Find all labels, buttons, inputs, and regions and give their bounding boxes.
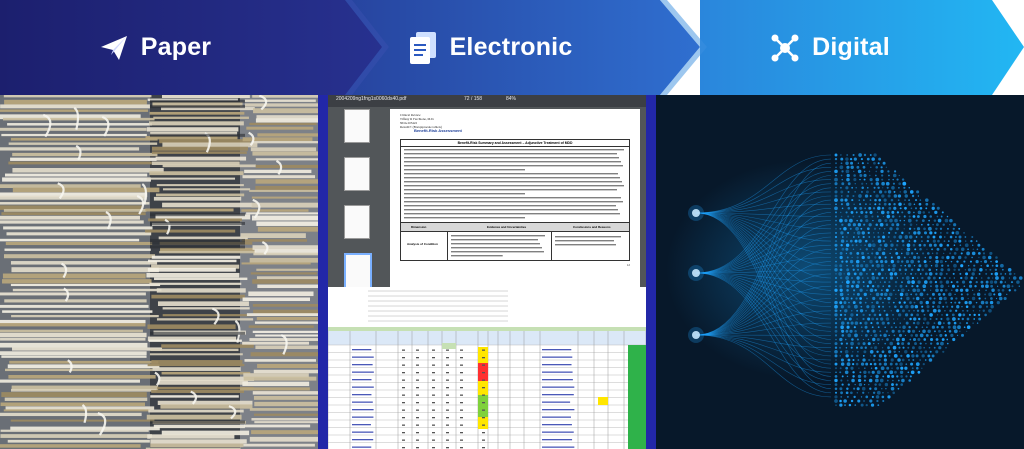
table-header-row: Dimension Evidence and Uncertainties Con… — [401, 222, 629, 232]
benefit-risk-box: Benefit-Risk Summary and Assessment – Ad… — [400, 139, 630, 261]
electronic-document-screen: 2004209ng1fng1s0060ds40.pdf 72 / 158 84%… — [318, 95, 656, 449]
row-label: Analysis of Condition — [407, 242, 438, 246]
pdf-toolbar: 2004209ng1fng1s0060ds40.pdf 72 / 158 84% — [328, 95, 646, 107]
process-banner: Paper Electronic Digital — [0, 0, 1024, 95]
paper-plane-icon — [99, 33, 129, 63]
screen-left-edge — [318, 95, 328, 449]
col-header: Conclusions and Reasons — [573, 225, 611, 229]
digital-data-visualization — [656, 95, 1024, 449]
col-header: Dimension — [411, 225, 427, 229]
paper-file-stacks — [0, 95, 318, 449]
section-title: Benefit-Risk Assessment — [414, 128, 462, 133]
pdf-page: Clinical Review Tiffany R Farchione, M.D… — [390, 109, 640, 287]
stage-electronic: Electronic — [400, 0, 580, 95]
stage-electronic-label: Electronic — [449, 33, 573, 61]
paper-stacks-photo — [0, 95, 318, 449]
page-thumbnail[interactable] — [344, 205, 370, 239]
spreadsheet-grid — [327, 287, 647, 449]
stage-digital: Digital — [760, 0, 900, 95]
pdf-zoom-level[interactable]: 84% — [506, 96, 516, 102]
data-flow-graphic — [656, 95, 1024, 449]
stage-paper-label: Paper — [140, 33, 212, 61]
screen-right-edge — [646, 95, 656, 449]
page-thumbnail[interactable] — [344, 109, 370, 143]
document-stack-icon — [408, 31, 438, 64]
network-nodes-icon — [770, 33, 800, 63]
stage-paper: Paper — [80, 0, 230, 95]
stage-digital-label: Digital — [812, 33, 890, 61]
page-number: 12 — [626, 263, 630, 267]
pdf-page-indicator[interactable]: 72 / 158 — [464, 96, 482, 102]
table-title: Benefit-Risk Summary and Assessment – Ad… — [401, 140, 629, 147]
spreadsheet-printout — [327, 287, 647, 449]
page-thumbnail-selected[interactable] — [344, 253, 372, 289]
page-thumbnail[interactable] — [344, 157, 370, 191]
col-header: Evidence and Uncertainties — [487, 225, 527, 229]
pdf-viewer: 2004209ng1fng1s0060ds40.pdf 72 / 158 84%… — [328, 95, 646, 289]
pdf-filename: 2004209ng1fng1s0060ds40.pdf — [336, 96, 407, 102]
